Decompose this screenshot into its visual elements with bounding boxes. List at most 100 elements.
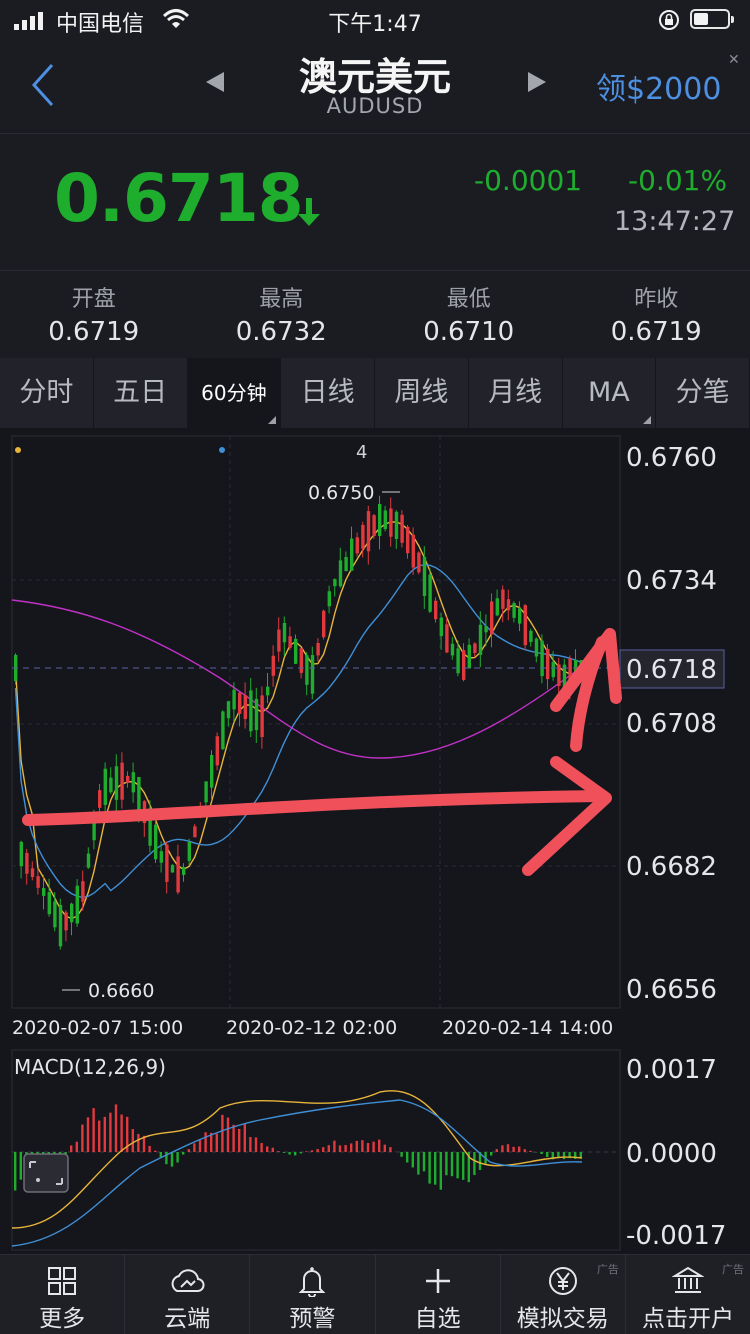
macd-bar: [523, 1149, 526, 1152]
candle: [294, 638, 298, 664]
tab-daily[interactable]: 日线: [281, 358, 375, 428]
navigation-bar: 澳元美元 AUDUSD 领$2000 ✕: [0, 40, 750, 134]
stat-value: 0.6719: [48, 317, 140, 347]
candle: [58, 904, 63, 947]
tab-watchlist[interactable]: 自选: [376, 1255, 501, 1334]
rotation-lock-icon: [659, 10, 679, 30]
candle: [238, 692, 242, 714]
down-arrow-icon: [298, 198, 320, 226]
macd-frame: [11, 1049, 621, 1251]
macd-bar: [92, 1108, 95, 1152]
candle: [75, 885, 79, 924]
macd-bar: [422, 1152, 426, 1172]
macd-bar: [540, 1152, 543, 1155]
macd-bar: [428, 1152, 431, 1184]
candle: [42, 888, 46, 896]
tab-label: 模拟交易: [516, 1306, 609, 1332]
current-price-tag-label: 0.6718: [626, 655, 717, 685]
tab-label: 更多: [39, 1306, 86, 1332]
candle: [260, 695, 264, 738]
candle: [154, 824, 158, 860]
candle: [490, 601, 494, 635]
macd-bar: [75, 1141, 78, 1152]
stat-low: 最低 0.6710: [375, 271, 563, 358]
macd-bar: [450, 1152, 454, 1177]
tab-five-day[interactable]: 五日: [94, 358, 188, 428]
tab-60min[interactable]: 60分钟: [187, 358, 282, 428]
macd-bar: [462, 1152, 465, 1180]
candle: [232, 689, 236, 710]
macd-bar: [378, 1139, 381, 1152]
bell-icon: [299, 1267, 326, 1297]
x-axis-label: 2020-02-14 14:00: [442, 1017, 613, 1039]
macd-dif-line: [11, 1090, 583, 1229]
y-axis-label: 0.6734: [626, 566, 717, 596]
candle: [226, 701, 231, 719]
macd-bar: [215, 1133, 218, 1152]
tab-indicator-ma[interactable]: MA: [563, 358, 657, 428]
fullscreen-icon[interactable]: [23, 1153, 69, 1193]
x-axis-label: 2020-02-07 15:00: [12, 1017, 183, 1039]
tab-weekly[interactable]: 周线: [375, 358, 469, 428]
macd-bar: [193, 1143, 196, 1152]
tab-cloud[interactable]: 云端: [125, 1255, 251, 1334]
macd-bar: [277, 1151, 280, 1152]
y-axis-label: 0.6708: [626, 709, 717, 739]
candle: [462, 650, 466, 680]
candle: [36, 876, 40, 888]
candle: [322, 610, 326, 638]
macd-bar: [439, 1152, 442, 1190]
macd-bar: [327, 1145, 330, 1152]
battery-icon: [690, 9, 734, 29]
promo-link[interactable]: 领$2000: [596, 64, 721, 108]
macd-bar: [187, 1149, 190, 1152]
candle: [277, 629, 281, 652]
tab-label: 预警: [289, 1306, 336, 1332]
candle: [512, 602, 516, 618]
stat-high: 最高 0.6732: [188, 271, 376, 358]
candle: [316, 642, 320, 656]
stat-label: 昨收: [634, 287, 679, 312]
macd-bar: [260, 1143, 263, 1152]
ma-mid-dot: [219, 447, 225, 453]
next-arrow-icon[interactable]: [526, 70, 548, 94]
macd-bar: [490, 1152, 493, 1156]
yen-icon: [548, 1267, 577, 1295]
macd-histogram: [11, 1090, 583, 1247]
macd-bar: [288, 1152, 291, 1155]
macd-bar: [254, 1137, 258, 1152]
tab-open-account[interactable]: 广告 点击开户: [626, 1255, 750, 1334]
bank-icon: [671, 1266, 704, 1293]
macd-bar: [14, 1152, 17, 1191]
tab-simulated-trading[interactable]: 广告 模拟交易: [501, 1255, 626, 1334]
macd-bar: [495, 1149, 498, 1152]
candlestick-chart[interactable]: 4 0.6750 0.6660 0.6760 0.6734 0.6718 0.6…: [0, 428, 750, 1254]
candle: [389, 508, 393, 537]
macd-bar: [266, 1146, 269, 1152]
candle: [478, 624, 483, 655]
macd-bar: [316, 1149, 319, 1152]
tab-alert[interactable]: 预警: [250, 1255, 376, 1334]
candle: [30, 868, 35, 878]
ad-badge: 广告: [722, 1263, 745, 1276]
stat-open: 开盘 0.6719: [0, 271, 188, 358]
macd-bar: [114, 1104, 118, 1152]
candle: [394, 511, 399, 539]
macd-bar: [529, 1150, 532, 1152]
tab-more[interactable]: 更多: [0, 1255, 126, 1334]
chart-grid: [12, 436, 620, 1008]
candle: [109, 777, 113, 793]
tab-monthly[interactable]: 月线: [469, 358, 563, 428]
close-icon[interactable]: ✕: [728, 52, 740, 68]
price-change-percent: -0.01%: [628, 164, 728, 197]
macd-bar: [70, 1145, 73, 1152]
macd-bar: [383, 1144, 386, 1152]
tab-intraday[interactable]: 分时: [0, 358, 94, 428]
macd-bar: [137, 1133, 140, 1152]
stat-label: 最高: [259, 287, 304, 312]
macd-bar: [310, 1150, 314, 1152]
stat-value: 0.6732: [235, 317, 327, 347]
macd-bar: [389, 1147, 392, 1152]
candle: [266, 686, 270, 696]
tab-ticks[interactable]: 分笔: [656, 358, 750, 428]
